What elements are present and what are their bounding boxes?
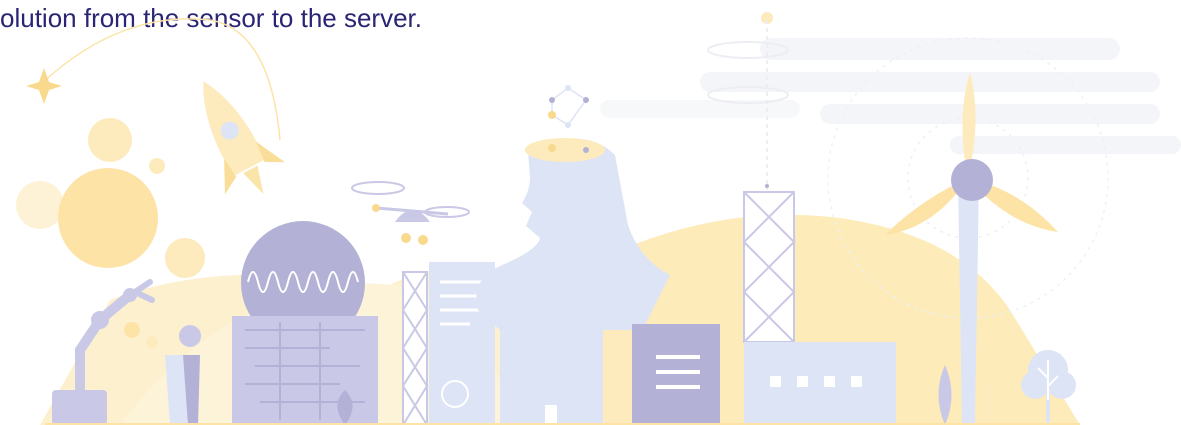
cloud-icon: [600, 38, 1181, 154]
star-icon: [26, 68, 62, 104]
tech-illustration: [16, 12, 1181, 425]
robot-base: [52, 390, 107, 425]
panel-block: [603, 330, 633, 425]
building-icon: [744, 342, 896, 425]
building-icon: [632, 324, 720, 425]
rocket-icon: [203, 81, 286, 195]
lattice-tower-icon: [401, 271, 429, 425]
server-block-icon: [232, 316, 378, 425]
drone-icon: [351, 181, 470, 245]
